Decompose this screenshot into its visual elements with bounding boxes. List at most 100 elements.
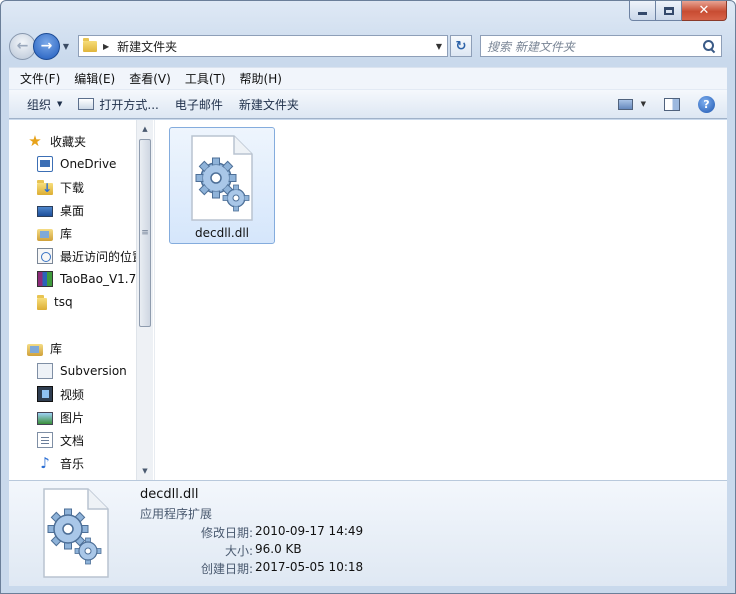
view-options-dropdown[interactable]: ▼: [641, 100, 646, 108]
library-icon: [37, 228, 53, 241]
document-icon: [37, 432, 53, 448]
navigation-pane: ★ 收藏夹 OneDrive 下载 桌面 库 最近访问的位置: [9, 120, 153, 480]
command-bar: 组织 ▼ 打开方式... 电子邮件 新建文件夹 ▼ ?: [9, 89, 727, 119]
nav-item-tsq[interactable]: tsq: [9, 291, 73, 313]
nav-item-onedrive[interactable]: OneDrive: [9, 153, 116, 175]
winrar-archive-icon: [37, 271, 53, 287]
menu-edit[interactable]: 编辑(E): [67, 70, 122, 87]
maximize-icon: [663, 6, 674, 15]
menu-help[interactable]: 帮助(H): [233, 70, 289, 87]
refresh-button[interactable]: ↻: [450, 35, 472, 57]
recent-places-icon: [37, 248, 53, 264]
nav-item-label: Subversion: [60, 364, 127, 378]
email-label: 电子邮件: [174, 97, 223, 112]
open-with-label: 打开方式...: [99, 97, 159, 112]
subversion-icon: [37, 363, 53, 379]
folder-icon: [37, 294, 47, 310]
details-created-row: 创建日期: 2017-05-05 10:18: [140, 560, 380, 577]
address-dropdown-icon[interactable]: ▼: [431, 42, 447, 51]
dll-file-icon: [43, 488, 109, 578]
scroll-up-icon[interactable]: ▲: [137, 121, 153, 137]
details-size-label: 大小:: [224, 544, 253, 558]
search-placeholder: 搜索 新建文件夹: [487, 39, 575, 54]
email-button[interactable]: 电子邮件: [167, 93, 231, 115]
nav-item-label: 音乐: [60, 456, 85, 471]
nav-item-documents[interactable]: 文档: [9, 429, 84, 451]
help-icon[interactable]: ?: [698, 95, 715, 113]
new-folder-label: 新建文件夹: [238, 97, 299, 112]
file-item[interactable]: decdll.dll: [169, 127, 275, 244]
minimize-icon: [638, 12, 647, 15]
address-row: ← → ▼ ▶ 新建文件夹 ▼ ↻ 搜索 新建文件夹: [9, 32, 727, 60]
downloads-folder-icon: [37, 179, 53, 195]
change-view-icon[interactable]: [617, 98, 633, 110]
scroll-down-icon[interactable]: ▼: [137, 463, 153, 479]
nav-item-label: TaoBao_V1.7: [60, 272, 137, 286]
desktop-icon: [37, 205, 53, 217]
main-area: ★ 收藏夹 OneDrive 下载 桌面 库 最近访问的位置: [9, 120, 727, 480]
nav-item-library[interactable]: 库: [9, 222, 72, 244]
search-input[interactable]: 搜索 新建文件夹: [480, 35, 722, 57]
organize-button[interactable]: 组织 ▼: [19, 93, 70, 115]
forward-button[interactable]: →: [33, 32, 60, 60]
nav-item-label: 文档: [60, 433, 85, 448]
details-created-label: 创建日期:: [200, 562, 253, 576]
close-icon: ✕: [698, 3, 710, 18]
nav-item-downloads[interactable]: 下载: [9, 176, 84, 198]
nav-item-label: 最近访问的位置: [60, 249, 145, 264]
onedrive-icon: [37, 156, 53, 172]
open-with-button[interactable]: 打开方式...: [70, 93, 166, 115]
nav-item-taobao[interactable]: TaoBao_V1.7: [9, 268, 136, 290]
menu-file[interactable]: 文件(F): [13, 70, 67, 87]
library-icon: [27, 343, 43, 356]
picture-icon: [37, 411, 53, 425]
new-folder-button[interactable]: 新建文件夹: [231, 93, 307, 115]
nav-item-subversion[interactable]: Subversion: [9, 360, 127, 382]
nav-favorites[interactable]: ★ 收藏夹: [9, 130, 86, 152]
nav-item-music[interactable]: ♪ 音乐: [9, 452, 84, 474]
nav-libraries[interactable]: 库: [9, 337, 62, 359]
scrollbar-thumb[interactable]: ≡: [139, 139, 151, 327]
maximize-button[interactable]: [656, 1, 682, 21]
details-pane: decdll.dll 应用程序扩展 修改日期: 2010-09-17 14:49…: [9, 480, 727, 586]
nav-item-videos[interactable]: 视频: [9, 383, 84, 405]
folder-icon: [83, 37, 97, 52]
recent-pages-dropdown[interactable]: ▼: [60, 42, 72, 51]
video-icon: [37, 386, 53, 402]
preview-pane-icon[interactable]: [664, 97, 680, 111]
menu-bar: 文件(F) 编辑(E) 查看(V) 工具(T) 帮助(H): [9, 67, 727, 89]
details-modified-row: 修改日期: 2010-09-17 14:49: [140, 524, 380, 541]
nav-item-desktop[interactable]: 桌面: [9, 199, 84, 221]
details-file-name: decdll.dll: [140, 487, 199, 502]
menu-view[interactable]: 查看(V): [122, 70, 178, 87]
file-list: decdll.dll: [154, 120, 727, 480]
details-created-value[interactable]: 2017-05-05 10:18: [255, 560, 363, 577]
nav-item-label: 桌面: [60, 203, 85, 218]
file-name: decdll.dll: [195, 226, 249, 240]
details-modified-label: 修改日期:: [200, 526, 253, 540]
music-note-icon: ♪: [40, 454, 50, 472]
star-icon: ★: [28, 132, 42, 150]
details-modified-value[interactable]: 2010-09-17 14:49: [255, 524, 363, 541]
nav-libraries-label: 库: [50, 341, 63, 356]
nav-item-recent[interactable]: 最近访问的位置: [9, 245, 144, 267]
back-button[interactable]: ←: [9, 32, 36, 60]
details-file-type: 应用程序扩展: [140, 507, 213, 521]
nav-item-label: tsq: [54, 295, 73, 309]
close-button[interactable]: ✕: [682, 1, 727, 21]
minimize-button[interactable]: [629, 1, 656, 21]
nav-scrollbar[interactable]: ▲ ≡ ▼: [136, 120, 153, 480]
breadcrumb-arrow-icon[interactable]: ▶: [103, 42, 109, 51]
address-bar[interactable]: ▶ 新建文件夹 ▼: [78, 35, 448, 57]
nav-item-label: 图片: [60, 410, 85, 425]
search-icon[interactable]: [703, 40, 715, 52]
command-bar-right: ▼ ?: [617, 95, 727, 113]
dll-file-icon: [191, 135, 253, 221]
organize-label: 组织: [27, 97, 52, 112]
nav-item-label: OneDrive: [60, 157, 117, 171]
nav-item-pictures[interactable]: 图片: [9, 406, 84, 428]
menu-tools[interactable]: 工具(T): [178, 70, 233, 87]
caption-buttons: ✕: [629, 1, 727, 21]
details-size-row: 大小: 96.0 KB: [140, 542, 380, 559]
breadcrumb-current[interactable]: 新建文件夹: [117, 38, 177, 55]
